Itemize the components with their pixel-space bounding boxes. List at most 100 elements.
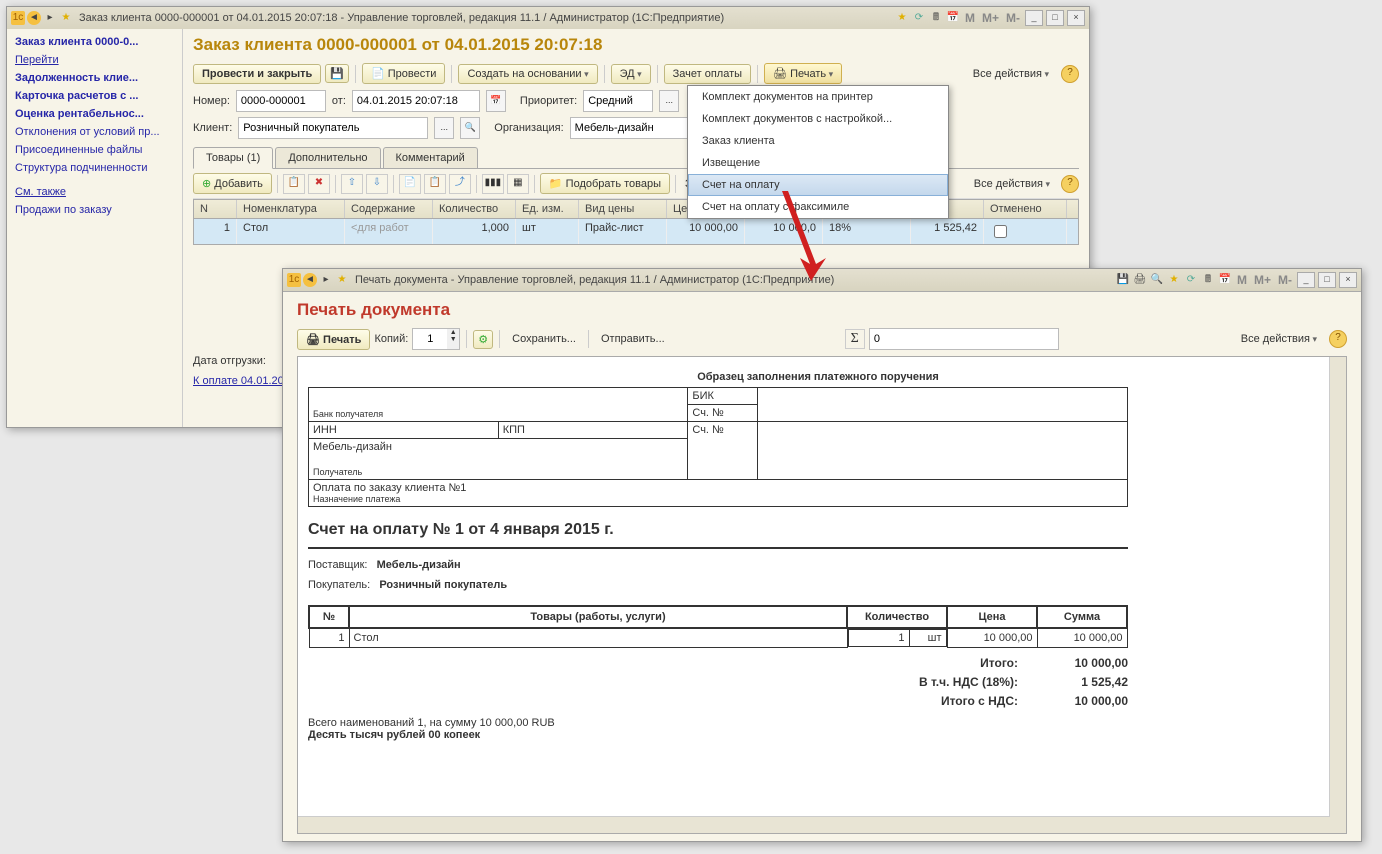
tab-all-actions-button[interactable]: Все действия <box>966 175 1058 193</box>
mem-mp[interactable]: M+ <box>1252 273 1273 287</box>
date-input[interactable] <box>352 90 480 112</box>
header-nom[interactable]: Номенклатура <box>237 200 345 218</box>
ed-button[interactable]: ЭД <box>611 64 651 84</box>
back-icon[interactable]: ◄ <box>303 273 317 287</box>
hscrollbar[interactable] <box>298 816 1330 833</box>
copies-input[interactable] <box>413 329 447 349</box>
add-button[interactable]: ⊕ Добавить <box>193 173 272 194</box>
tab-comment[interactable]: Комментарий <box>383 147 478 168</box>
delete-icon[interactable]: ✖ <box>308 174 330 194</box>
submit-close-button[interactable]: Провести и закрыть <box>193 64 321 84</box>
fav-icon[interactable]: ★ <box>895 11 909 25</box>
pay-link[interactable]: К оплате 04.01.201 <box>193 375 290 387</box>
history-icon[interactable]: ⟳ <box>1184 273 1198 287</box>
back-icon[interactable]: ◄ <box>27 11 41 25</box>
move-down-icon[interactable]: ⇩ <box>366 174 388 194</box>
save-icon[interactable]: 💾 <box>1116 273 1130 287</box>
close-button[interactable]: × <box>1339 272 1357 288</box>
create-on-button[interactable]: Создать на основании <box>458 64 597 84</box>
mem-mm[interactable]: M- <box>1276 273 1294 287</box>
header-cancel[interactable]: Отменено <box>984 200 1067 218</box>
send-button[interactable]: Отправить... <box>595 330 671 348</box>
menu-notice[interactable]: Извещение <box>688 152 948 174</box>
minimize-button[interactable]: _ <box>1025 10 1043 26</box>
close-button[interactable]: × <box>1067 10 1085 26</box>
sidebar-item-debt[interactable]: Задолженность клие... <box>7 69 182 87</box>
vscrollbar[interactable] <box>1329 357 1346 833</box>
sidebar-item-goto[interactable]: Перейти <box>7 51 182 69</box>
priority-select-button[interactable]: ... <box>659 90 679 112</box>
client-open-button[interactable]: 🔍 <box>460 117 480 139</box>
sidebar-item-deviations[interactable]: Отклонения от условий пр... <box>7 123 182 141</box>
sum-icon[interactable]: Σ <box>845 329 865 349</box>
pick-goods-button[interactable]: 📁 Подобрать товары <box>540 173 670 194</box>
split-icon[interactable]: ⤴ <box>449 174 471 194</box>
all-actions-button[interactable]: Все действия <box>965 65 1057 83</box>
calc-icon[interactable]: 🖩 <box>1201 273 1215 287</box>
copies-spinner[interactable]: ▲▼ <box>412 328 460 350</box>
sidebar-item-seealso[interactable]: См. также <box>7 183 182 201</box>
barcode-icon[interactable]: ▮▮▮ <box>482 174 504 194</box>
print-button[interactable]: 🖨 Печать <box>297 329 370 350</box>
sidebar-item-card[interactable]: Карточка расчетов с ... <box>7 87 182 105</box>
minimize-button[interactable]: _ <box>1297 272 1315 288</box>
fav-icon[interactable]: ★ <box>1167 273 1181 287</box>
sum-field[interactable] <box>869 328 1059 350</box>
print-icon[interactable]: 🖨 <box>1133 273 1147 287</box>
move-up-icon[interactable]: ⇧ <box>341 174 363 194</box>
help-icon[interactable]: ? <box>1061 65 1079 83</box>
sidebar-item-order[interactable]: Заказ клиента 0000-0... <box>7 33 182 51</box>
header-unit[interactable]: Ед. изм. <box>516 200 579 218</box>
mem-m[interactable]: M <box>1235 273 1249 287</box>
sidebar-item-files[interactable]: Присоединенные файлы <box>7 141 182 159</box>
mem-m[interactable]: M <box>963 11 977 25</box>
client-input[interactable] <box>238 117 428 139</box>
mem-mm[interactable]: M- <box>1004 11 1022 25</box>
tab-additional[interactable]: Дополнительно <box>275 147 380 168</box>
maximize-button[interactable]: □ <box>1318 272 1336 288</box>
priority-input[interactable] <box>583 90 653 112</box>
save-button[interactable]: Сохранить... <box>506 330 582 348</box>
maximize-button[interactable]: □ <box>1046 10 1064 26</box>
menu-print-custom[interactable]: Комплект документов с настройкой... <box>688 108 948 130</box>
menu-print-set[interactable]: Комплект документов на принтер <box>688 86 948 108</box>
header-pricetype[interactable]: Вид цены <box>579 200 667 218</box>
fwd-icon[interactable]: ▸ <box>43 11 57 25</box>
number-input[interactable] <box>236 90 326 112</box>
header-qty[interactable]: Количество <box>433 200 516 218</box>
menu-order[interactable]: Заказ клиента <box>688 130 948 152</box>
tab-goods[interactable]: Товары (1) <box>193 147 273 169</box>
all-actions-button[interactable]: Все действия <box>1233 330 1325 348</box>
sidebar-item-sales[interactable]: Продажи по заказу <box>7 201 182 219</box>
header-n[interactable]: N <box>194 200 237 218</box>
client-select-button[interactable]: ... <box>434 117 454 139</box>
settings-button[interactable]: ⚙ <box>473 330 493 349</box>
paste-icon[interactable]: 📋 <box>424 174 446 194</box>
cancel-checkbox[interactable] <box>994 225 1007 238</box>
doc-icon[interactable]: 📄 <box>399 174 421 194</box>
client-label: Клиент: <box>193 122 232 134</box>
document-area[interactable]: Образец заполнения платежного поручения … <box>297 356 1347 834</box>
fwd-icon[interactable]: ▸ <box>319 273 333 287</box>
calendar-icon[interactable]: 📅 <box>1218 273 1232 287</box>
preview-icon[interactable]: 🔍 <box>1150 273 1164 287</box>
print-button[interactable]: 🖨 Печать <box>764 63 842 84</box>
table-icon[interactable]: ▦ <box>507 174 529 194</box>
header-desc[interactable]: Содержание <box>345 200 433 218</box>
save-icon[interactable]: 💾 <box>325 64 349 83</box>
help-icon[interactable]: ? <box>1329 330 1347 348</box>
mem-mp[interactable]: M+ <box>980 11 1001 25</box>
sidebar-item-profit[interactable]: Оценка рентабельнос... <box>7 105 182 123</box>
offset-button[interactable]: Зачет оплаты <box>664 64 751 84</box>
calendar-icon[interactable]: 📅 <box>946 11 960 25</box>
table-row[interactable]: 1 Стол <для работ 1,000 шт Прайс-лист 10… <box>194 219 1078 244</box>
copy-icon[interactable]: 📋 <box>283 174 305 194</box>
star-icon[interactable]: ★ <box>59 11 73 25</box>
post-button[interactable]: 📄 Провести <box>362 63 445 84</box>
calc-icon[interactable]: 🖩 <box>929 11 943 25</box>
sidebar-item-structure[interactable]: Структура подчиненности <box>7 159 182 177</box>
date-picker-button[interactable]: 📅 <box>486 90 506 112</box>
star-icon[interactable]: ★ <box>335 273 349 287</box>
history-icon[interactable]: ⟳ <box>912 11 926 25</box>
help-icon[interactable]: ? <box>1061 175 1079 193</box>
